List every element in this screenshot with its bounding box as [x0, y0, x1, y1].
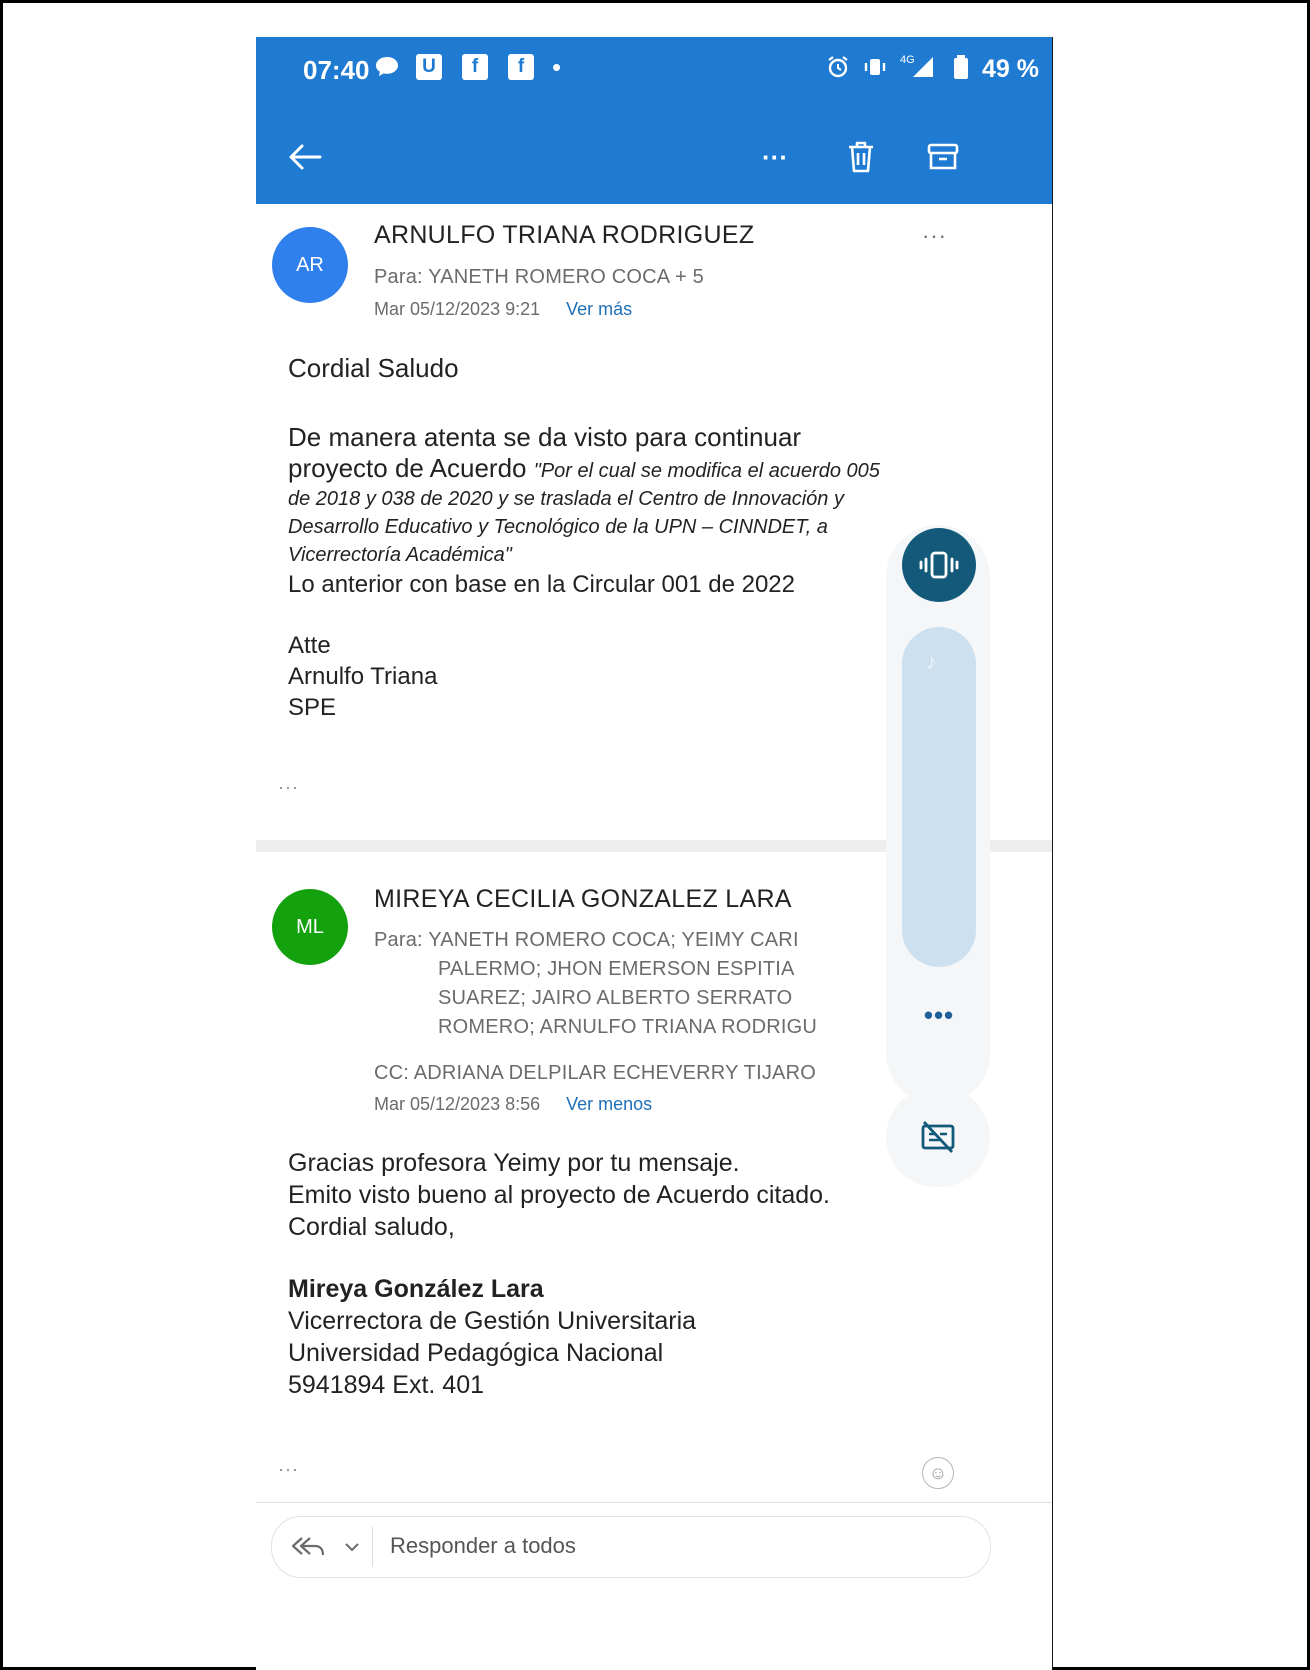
- quoted-text-toggle[interactable]: ···: [278, 1459, 299, 1480]
- facebook-icon: f: [462, 53, 488, 81]
- arrow-left-icon: [289, 144, 322, 170]
- reply-all-label[interactable]: Responder a todos: [390, 1533, 576, 1559]
- archive-button[interactable]: [918, 127, 968, 187]
- cc-recipients[interactable]: CC: ADRIANA DELPILAR ECHEVERRY TIJARO: [374, 1059, 816, 1088]
- back-button[interactable]: [280, 127, 330, 187]
- more-options-button[interactable]: ···: [750, 127, 800, 187]
- sender-name: MIREYA CECILIA GONZALEZ LARA: [374, 885, 792, 913]
- avatar[interactable]: ML: [272, 889, 348, 965]
- reply-all-icon: [291, 1537, 325, 1556]
- ver-mas-link[interactable]: Ver más: [566, 299, 632, 319]
- status-bar: 07:40 U f f • 4G 49 %: [256, 37, 1052, 107]
- avatar[interactable]: AR: [272, 227, 348, 303]
- message-body: Gracias profesora Yeimy por tu mensaje. …: [288, 1149, 830, 1399]
- caption-off-icon: [921, 1121, 955, 1153]
- archive-icon: [927, 143, 959, 170]
- music-note-icon: ♪: [926, 649, 937, 674]
- message-more-button[interactable]: ···: [922, 223, 947, 249]
- phone-screen: 07:40 U f f • 4G 49 % ··· AR ARNULFO TRI…: [256, 37, 1052, 1670]
- reaction-emoji-button[interactable]: ☺: [922, 1457, 954, 1489]
- app-bar: 07:40 U f f • 4G 49 % ···: [256, 37, 1052, 204]
- vibrate-icon: [919, 551, 959, 579]
- message-toolbar: ···: [256, 127, 1052, 187]
- volume-more-button[interactable]: •••: [906, 995, 972, 1035]
- sender-name: ARNULFO TRIANA RODRIGUEZ: [374, 221, 755, 249]
- alarm-icon: [826, 53, 850, 81]
- signal-4g-icon: 4G: [900, 53, 935, 81]
- recipients[interactable]: Para: YANETH ROMERO COCA; YEIMY CARI PAL…: [374, 926, 874, 1042]
- bottom-divider: [256, 1502, 1052, 1503]
- volume-slider[interactable]: [902, 627, 976, 967]
- message-body: Cordial Saludo De manera atenta se da vi…: [288, 353, 880, 721]
- reply-all-button[interactable]: [290, 1529, 360, 1565]
- quoted-text-toggle[interactable]: ···: [278, 777, 299, 798]
- notification-dot-icon: •: [552, 51, 562, 82]
- status-time: 07:40: [303, 55, 370, 85]
- chevron-down-icon: [345, 1543, 359, 1552]
- message-date: Mar 05/12/2023 9:21 Ver más: [374, 299, 633, 319]
- greeting: Cordial Saludo: [288, 353, 459, 383]
- trash-icon: [849, 141, 873, 173]
- battery-icon: [952, 53, 970, 81]
- reply-all-bar[interactable]: Responder a todos: [271, 1516, 991, 1578]
- u-app-icon: U: [416, 53, 442, 81]
- live-caption-button[interactable]: [886, 1087, 990, 1187]
- signature-name: Mireya González Lara: [288, 1275, 544, 1303]
- facebook-icon-2: f: [508, 53, 534, 81]
- vibrate-mode-icon: [862, 53, 888, 81]
- chat-bubble-icon: [374, 53, 400, 81]
- delete-button[interactable]: [836, 127, 886, 187]
- battery-percent: 49 %: [982, 55, 1039, 83]
- ver-menos-link[interactable]: Ver menos: [566, 1094, 652, 1114]
- reply-divider: [372, 1527, 373, 1567]
- recipients[interactable]: Para: YANETH ROMERO COCA + 5: [374, 263, 704, 292]
- ringer-mode-button[interactable]: [902, 528, 976, 602]
- message-date: Mar 05/12/2023 8:56 Ver menos: [374, 1094, 653, 1114]
